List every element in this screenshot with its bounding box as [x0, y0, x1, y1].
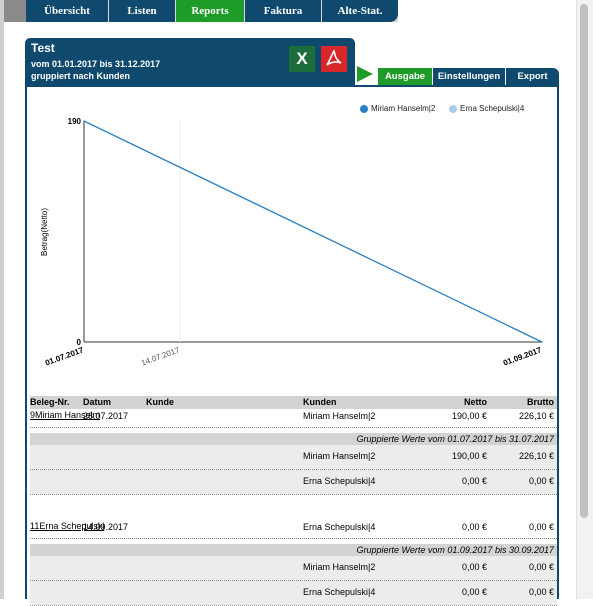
- pdf-icon-glyph: [326, 49, 342, 66]
- table-cell: 0,00 €: [461, 522, 487, 532]
- x-tick-label: 01.09.2017: [502, 345, 543, 367]
- report-period: vom 01.01.2017 bis 31.12.2017: [31, 59, 161, 69]
- group-subrow: Erna Schepulski|4 0,00 € 0,00 €: [30, 581, 557, 605]
- table-cell: 190,00 €: [451, 411, 487, 421]
- tab-einstellungen[interactable]: Einstellungen: [433, 68, 505, 85]
- column-header: Kunden: [303, 397, 337, 407]
- subrow-cell: 226,10 €: [518, 451, 554, 461]
- excel-icon-letter: X: [296, 49, 308, 68]
- scrollbar-thumb[interactable]: [580, 4, 588, 518]
- nav-gray-tab[interactable]: [4, 0, 26, 22]
- group-header: Gruppierte Werte vom 01.07.2017 bis 31.0…: [30, 433, 557, 445]
- subrow-cell: 0,00 €: [528, 587, 554, 597]
- table-row: 11 14.09.2017 Erna Schepulski Erna Schepuls…: [30, 521, 557, 534]
- tab-reports[interactable]: Reports: [176, 0, 244, 22]
- table-cell: Miriam Hanselm|2: [303, 411, 376, 421]
- y-tick-label: 190: [68, 117, 82, 126]
- column-header: Kunde: [146, 397, 174, 407]
- x-tick-label: 01.07.2017: [44, 345, 85, 367]
- table-row: 9 28.07.2017 Miriam Hanselm Miriam Hanselm|…: [30, 410, 557, 423]
- table-cell: 0,00 €: [528, 522, 554, 532]
- subrow-cell: 0,00 €: [528, 562, 554, 572]
- play-icon: [357, 66, 373, 82]
- data-point: [541, 341, 543, 343]
- table-cell: 226,10 €: [518, 411, 554, 421]
- tab-uebersicht[interactable]: Übersicht: [26, 0, 108, 22]
- subrow-cell: Erna Schepulski|4: [303, 587, 376, 597]
- subrow-cell: 190,00 €: [451, 451, 487, 461]
- table-cell: 28.07.2017: [83, 411, 129, 421]
- column-header: Netto: [464, 397, 487, 407]
- series-line-1: [83, 120, 543, 343]
- subrow-cell: 0,00 €: [461, 587, 487, 597]
- pdf-icon[interactable]: [321, 46, 347, 72]
- subrow-cell: Erna Schepulski|4: [303, 476, 376, 486]
- group-header: Gruppierte Werte vom 01.09.2017 bis 30.0…: [30, 544, 557, 556]
- subrow-cell: 0,00 €: [461, 562, 487, 572]
- output-subtabs: Ausgabe Einstellungen Export: [378, 68, 559, 85]
- group-label: Gruppierte Werte vom 01.09.2017 bis 30.0…: [356, 545, 554, 555]
- y-axis-label: Betrag(Netto): [40, 208, 49, 256]
- subrow-cell: 0,00 €: [461, 476, 487, 486]
- report-grouping: gruppiert nach Kunden: [31, 71, 130, 81]
- column-header: Beleg-Nr.: [30, 397, 70, 407]
- table-cell: Erna Schepulski|4: [303, 522, 376, 532]
- table-header: Beleg-Nr. Datum Kunde Kunden Netto Brutto: [30, 396, 557, 409]
- group-label: Gruppierte Werte vom 01.07.2017 bis 31.0…: [356, 434, 554, 444]
- report-table: Beleg-Nr. Datum Kunde Kunden Netto Brutto 9 28.…: [30, 396, 557, 606]
- table-cell: 14.09.2017: [83, 522, 129, 532]
- tab-faktura[interactable]: Faktura: [245, 0, 321, 22]
- tab-listen[interactable]: Listen: [109, 0, 175, 22]
- beleg-link[interactable]: 11: [30, 521, 39, 531]
- tab-export[interactable]: Export: [506, 68, 559, 85]
- top-navigation: Übersicht Listen Reports Faktura Alte-St…: [4, 0, 398, 22]
- tab-alte-stat[interactable]: Alte-Stat.: [322, 0, 398, 22]
- subrow-cell: Miriam Hanselm|2: [303, 451, 376, 461]
- left-edge: [0, 0, 4, 599]
- x-tick-label: 14.07.2017: [140, 345, 181, 367]
- excel-icon[interactable]: X: [289, 46, 315, 72]
- data-point: [83, 120, 85, 122]
- column-header: Datum: [83, 397, 112, 407]
- subrow-cell: Miriam Hanselm|2: [303, 562, 376, 572]
- report-title: Test: [31, 41, 55, 55]
- group-subrow: Miriam Hanselm|2 190,00 € 226,10 €: [30, 445, 557, 469]
- group-subrow: Erna Schepulski|4 0,00 € 0,00 €: [30, 470, 557, 494]
- tab-ausgabe[interactable]: Ausgabe: [378, 68, 432, 85]
- column-header: Brutto: [527, 397, 554, 407]
- line-chart: 190001.07.2017 14.07.2017 01.09.2017Betrag…: [40, 117, 543, 368]
- group-subrow: Miriam Hanselm|2 0,00 € 0,00 €: [30, 556, 557, 580]
- subrow-cell: 0,00 €: [528, 476, 554, 486]
